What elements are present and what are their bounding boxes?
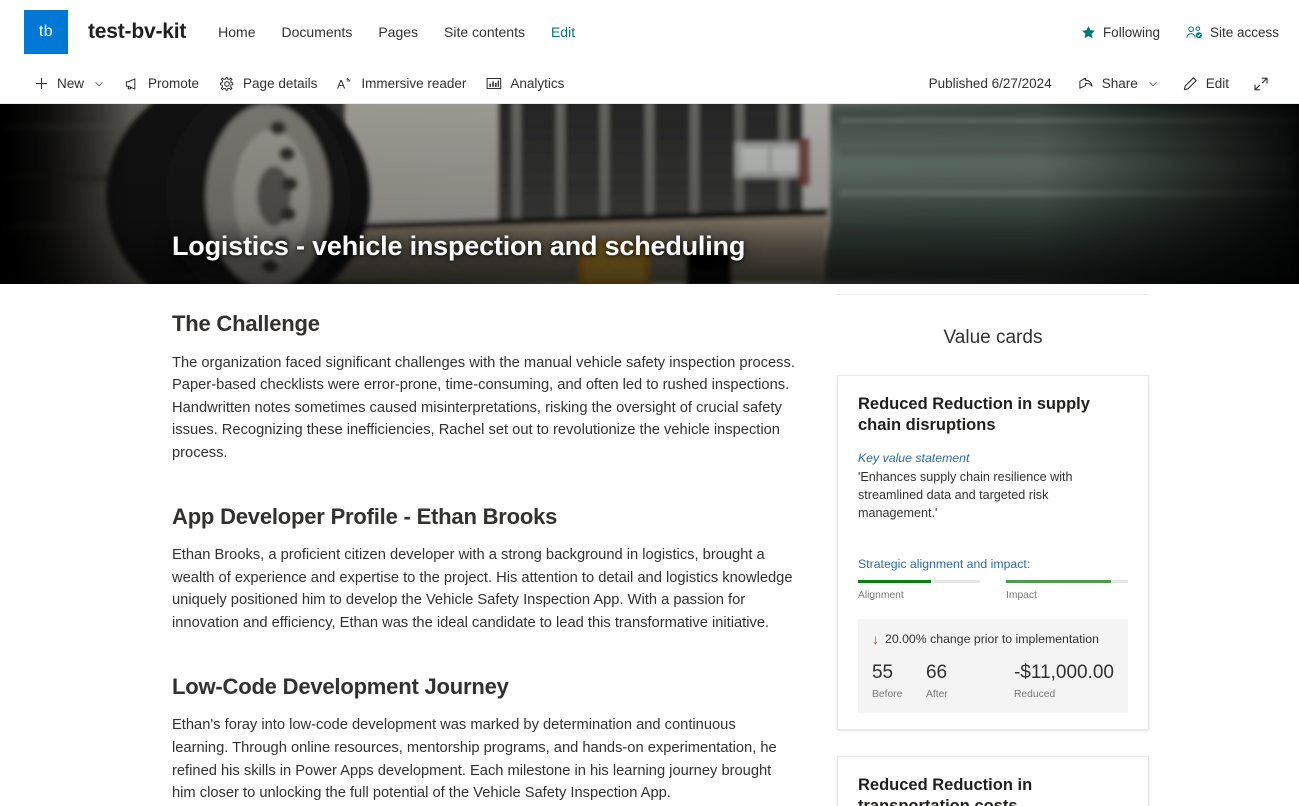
- section-body: Ethan's foray into low-code development …: [172, 717, 777, 802]
- key-value-statement-text: 'Enhances supply chain resilience with s…: [857, 469, 1073, 521]
- site-title[interactable]: test-bv-kit: [88, 20, 186, 44]
- new-button[interactable]: New: [30, 67, 114, 101]
- immersive-reader-button[interactable]: A Immersive reader: [327, 67, 476, 101]
- megaphone-icon: [124, 76, 140, 92]
- promote-label: Promote: [148, 76, 200, 91]
- immersive-reader-label: Immersive reader: [361, 76, 467, 91]
- metric-label: Reduced: [1013, 688, 1056, 700]
- edit-page-label: Edit: [1205, 76, 1229, 91]
- alignment-bar-track: [857, 579, 980, 583]
- new-label: New: [57, 76, 85, 91]
- analytics-icon: [486, 76, 502, 91]
- section-low-code-development-journey: Low-Code Development Journey Ethan's for…: [172, 673, 795, 805]
- value-card[interactable]: Reduced Reduction in transportation cost…: [836, 755, 1149, 806]
- section-the-challenge: The Challenge The organization faced sig…: [172, 310, 795, 465]
- impact-bar-label: Impact: [1006, 589, 1037, 601]
- site-access-label: Site access: [1209, 24, 1279, 40]
- value-card-title: Reduced Reduction in supply chain disrup…: [857, 395, 1090, 435]
- hero-title: Logistics - vehicle inspection and sched…: [172, 231, 746, 261]
- published-status: Published 6/27/2024: [928, 76, 1052, 91]
- expand-button[interactable]: [1243, 67, 1279, 101]
- site-logo[interactable]: tb: [24, 10, 68, 54]
- value-card[interactable]: Reduced Reduction in supply chain disrup…: [836, 375, 1149, 730]
- site-access-button[interactable]: Site access: [1186, 25, 1279, 40]
- strategic-alignment-label: Strategic alignment and impact:: [857, 556, 1031, 571]
- nav-item-documents[interactable]: Documents: [282, 24, 353, 40]
- metric-value: 66: [925, 661, 948, 683]
- star-icon: [1081, 25, 1096, 40]
- share-label: Share: [1101, 76, 1138, 91]
- impact-bar-track: [1006, 579, 1129, 583]
- change-text: 20.00% change prior to implementation: [884, 631, 1099, 646]
- immersive-reader-icon: A: [337, 76, 353, 92]
- following-label: Following: [1102, 24, 1160, 40]
- chevron-down-icon: [1148, 79, 1158, 89]
- value-cards-panel: Value cards Reduced Reduction in supply …: [836, 284, 1149, 806]
- plus-icon: [34, 76, 49, 91]
- sidebar-column: Value cards Reduced Reduction in supply …: [827, 284, 1299, 806]
- page-details-label: Page details: [243, 76, 318, 91]
- site-logo-text: tb: [38, 23, 54, 40]
- svg-text:A: A: [337, 77, 346, 91]
- metrics-row: 55 Before 66 After -$11,000.00 Reduced: [871, 661, 1114, 700]
- metric-value: -$11,000.00: [1013, 661, 1114, 683]
- value-cards-heading: Value cards: [943, 327, 1043, 348]
- top-navigation: Home Documents Pages Site contents Edit: [218, 24, 575, 40]
- nav-item-site-contents[interactable]: Site contents: [444, 24, 525, 40]
- analytics-button[interactable]: Analytics: [476, 67, 574, 101]
- share-button[interactable]: Share: [1068, 67, 1168, 101]
- value-card-title: Reduced Reduction in transportation cost…: [857, 775, 1033, 806]
- metric-after: 66 After: [925, 661, 1014, 700]
- strategic-alignment-bars: Alignment Impact: [857, 579, 1129, 601]
- section-heading: Low-Code Development Journey: [172, 673, 509, 699]
- people-icon: [1186, 25, 1203, 40]
- change-summary: ↓ 20.00% change prior to implementation: [872, 632, 1114, 646]
- site-header: tb test-bv-kit Home Documents Pages Site…: [0, 0, 1299, 64]
- following-button[interactable]: Following: [1081, 25, 1160, 40]
- section-app-developer-profile: App Developer Profile - Ethan Brooks Eth…: [172, 503, 795, 635]
- impact-bar-unit: Impact: [1006, 579, 1129, 601]
- analytics-label: Analytics: [510, 76, 565, 91]
- alignment-bar-fill: [857, 579, 932, 583]
- gear-icon: [219, 76, 235, 92]
- page-body: The Challenge The organization faced sig…: [0, 284, 1299, 806]
- promote-button[interactable]: Promote: [114, 67, 209, 101]
- nav-item-edit[interactable]: Edit: [551, 24, 575, 40]
- arrow-down-icon: ↓: [871, 630, 879, 647]
- header-actions: Following Site access: [1081, 25, 1279, 40]
- key-value-statement-label: Key value statement: [857, 450, 970, 465]
- metric-value: 55: [871, 661, 894, 683]
- metric-before: 55 Before: [871, 661, 926, 700]
- section-heading: The Challenge: [172, 311, 320, 336]
- edit-page-button[interactable]: Edit: [1172, 67, 1239, 101]
- main-content-column: The Challenge The organization faced sig…: [0, 284, 827, 801]
- expand-icon: [1253, 76, 1269, 92]
- section-heading: App Developer Profile - Ethan Brooks: [172, 503, 558, 529]
- command-bar: New Promote Page details A Immersive rea…: [0, 64, 1299, 104]
- alignment-bar-label: Alignment: [857, 589, 904, 601]
- metric-reduced: -$11,000.00 Reduced: [1013, 661, 1114, 700]
- metric-label: After: [925, 688, 948, 700]
- section-body: The organization faced significant chall…: [172, 354, 795, 462]
- share-icon: [1078, 76, 1094, 91]
- impact-bar-fill: [1006, 579, 1111, 583]
- section-body: Ethan Brooks, a proficient citizen devel…: [172, 547, 793, 632]
- metric-label: Before: [871, 688, 903, 700]
- page-details-button[interactable]: Page details: [209, 67, 327, 101]
- hero-banner: Logistics - vehicle inspection and sched…: [0, 104, 1299, 284]
- nav-item-pages[interactable]: Pages: [378, 24, 418, 40]
- command-bar-right: Published 6/27/2024 Share Edit: [929, 67, 1279, 101]
- nav-item-home[interactable]: Home: [218, 24, 255, 40]
- chevron-down-icon: [94, 79, 104, 89]
- alignment-bar-unit: Alignment: [857, 579, 980, 601]
- pencil-icon: [1182, 76, 1198, 92]
- metrics-box: ↓ 20.00% change prior to implementation …: [857, 618, 1128, 713]
